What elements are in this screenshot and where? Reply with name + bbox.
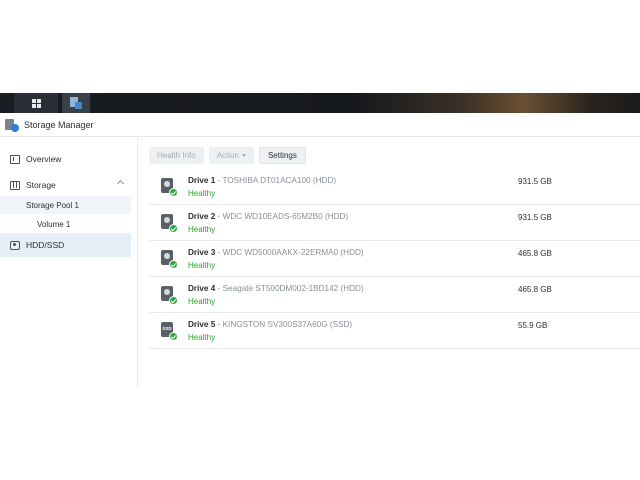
sidebar-item-label: Volume 1 [37, 219, 71, 229]
action-label: Action [216, 151, 239, 160]
settings-label: Settings [267, 151, 297, 160]
background-top [0, 0, 640, 93]
drive-name: Drive 4 [188, 284, 216, 293]
sidebar-item-overview[interactable]: Overview [0, 148, 131, 170]
grid-icon [31, 98, 41, 108]
separator: - [215, 320, 223, 329]
drive-list: Drive 1 - TOSHIBA DT01ACA100 (HDD) Healt… [149, 169, 640, 349]
hdd-healthy-icon [161, 250, 178, 269]
action-dropdown[interactable]: Action [208, 147, 254, 164]
drive-capacity: 465.8 GB [518, 249, 552, 258]
health-info-label: Health Info [157, 151, 196, 160]
settings-button[interactable]: Settings [258, 147, 306, 164]
toolbar: Health Info Action Settings [149, 147, 306, 164]
drive-capacity: 931.5 GB [518, 177, 552, 186]
separator: - [215, 212, 223, 221]
drive-name: Drive 3 [188, 248, 216, 257]
taskbar-storage-manager-button[interactable] [62, 93, 90, 113]
hdd-healthy-icon [161, 286, 178, 305]
sidebar-item-label: Storage [26, 180, 56, 190]
drive-status: Healthy [188, 333, 216, 342]
sidebar-item-hdd-ssd[interactable]: HDD/SSD [0, 233, 131, 257]
list-item[interactable]: SSD Drive 5 - KINGSTON SV300S37A60G (SSD… [149, 313, 640, 349]
sidebar-item-storage-pool-1[interactable]: Storage Pool 1 [0, 196, 131, 214]
drive-name: Drive 5 [188, 320, 216, 329]
chevron-up-icon[interactable] [116, 179, 125, 188]
storage-icon [10, 180, 20, 190]
drive-status: Healthy [188, 189, 216, 198]
hdd-healthy-icon [161, 178, 178, 197]
drive-model: WDC WD5000AAKX-22ERMA0 (HDD) [222, 248, 364, 257]
separator: - [215, 248, 223, 257]
drive-status: Healthy [188, 297, 216, 306]
ssd-icon-label: SSD [162, 326, 172, 331]
overview-icon [10, 154, 20, 164]
sidebar: Overview Storage Storage Pool 1 Volume 1… [0, 138, 138, 388]
drive-model: KINGSTON SV300S37A60G (SSD) [222, 320, 353, 329]
list-item[interactable]: Drive 3 - WDC WD5000AAKX-22ERMA0 (HDD) H… [149, 241, 640, 277]
list-item[interactable]: Drive 1 - TOSHIBA DT01ACA100 (HDD) Healt… [149, 169, 640, 205]
drive-name: Drive 2 [188, 212, 216, 221]
window-titlebar: Storage Manager [0, 113, 640, 137]
separator: - [215, 284, 223, 293]
ssd-healthy-icon: SSD [161, 322, 178, 341]
caret-down-icon [241, 154, 246, 157]
window-title: Storage Manager [24, 119, 94, 130]
taskbar [0, 93, 640, 113]
health-info-button[interactable]: Health Info [149, 147, 204, 164]
drive-model: Seagate ST500DM002-1BD142 (HDD) [222, 284, 364, 293]
sidebar-item-label: HDD/SSD [26, 240, 65, 250]
drive-capacity: 465.8 GB [518, 285, 552, 294]
drive-capacity: 931.5 GB [518, 213, 552, 222]
hdd-icon [10, 240, 20, 250]
drive-model: TOSHIBA DT01ACA100 (HDD) [222, 176, 337, 185]
list-item[interactable]: Drive 2 - WDC WD10EADS-65M2B0 (HDD) Heal… [149, 205, 640, 241]
list-item[interactable]: Drive 4 - Seagate ST500DM002-1BD142 (HDD… [149, 277, 640, 313]
sidebar-item-storage[interactable]: Storage [0, 174, 131, 196]
sidebar-item-label: Overview [26, 154, 62, 164]
drive-name: Drive 1 [188, 176, 216, 185]
sidebar-item-label: Storage Pool 1 [26, 200, 79, 210]
drive-model: WDC WD10EADS-65M2B0 (HDD) [222, 212, 349, 221]
main-menu-button[interactable] [14, 93, 58, 113]
hdd-healthy-icon [161, 214, 178, 233]
sidebar-item-volume-1[interactable]: Volume 1 [0, 215, 131, 233]
drive-capacity: 55.9 GB [518, 321, 548, 330]
storage-manager-icon [70, 97, 82, 109]
drive-status: Healthy [188, 261, 216, 270]
drive-status: Healthy [188, 225, 216, 234]
storage-manager-app-icon [5, 118, 19, 132]
